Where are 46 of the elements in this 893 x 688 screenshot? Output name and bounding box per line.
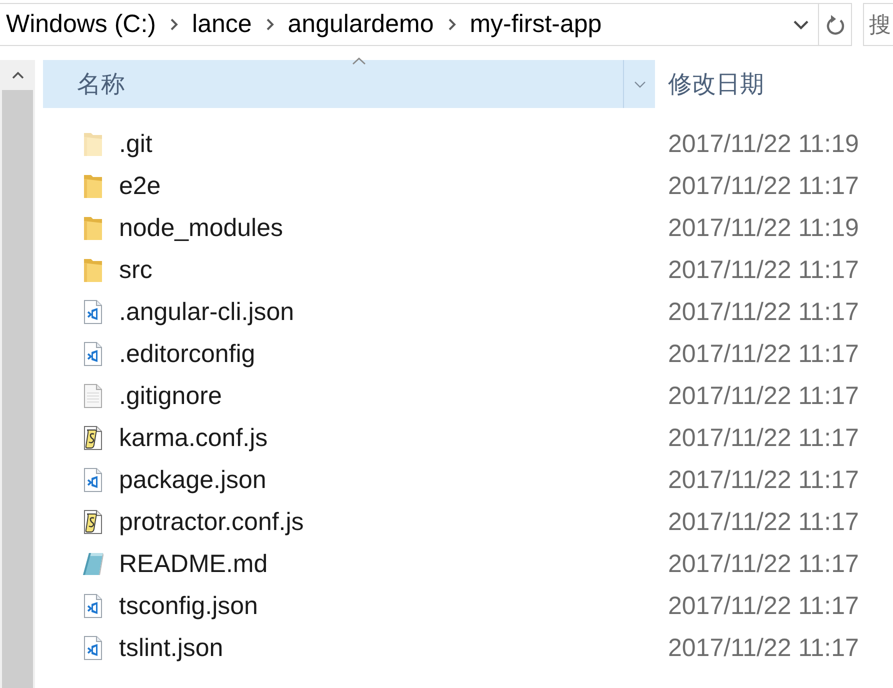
modified-date: 2017/11/22 11:17 — [667, 550, 859, 578]
modified-date: 2017/11/22 11:17 — [667, 508, 859, 536]
address-bar[interactable]: Windows (C:) lance angulardemo my-first-app — [0, 3, 819, 46]
chevron-right-icon[interactable] — [448, 18, 456, 31]
modified-date: 2017/11/22 11:17 — [667, 382, 859, 410]
modified-date: 2017/11/22 11:19 — [667, 130, 859, 158]
search-field[interactable]: 搜 — [863, 3, 893, 46]
modified-date: 2017/11/22 11:17 — [667, 340, 859, 368]
file-name[interactable]: node_modules — [119, 214, 284, 242]
modified-date: 2017/11/22 11:17 — [667, 172, 859, 200]
breadcrumb[interactable]: lance — [192, 10, 252, 39]
modified-date: 2017/11/22 11:17 — [667, 424, 859, 452]
refresh-icon — [825, 14, 845, 36]
file-name[interactable]: tsconfig.json — [119, 592, 258, 620]
refresh-button[interactable] — [819, 3, 852, 46]
breadcrumb[interactable]: my-first-app — [470, 10, 602, 39]
caret-up-icon — [12, 71, 24, 79]
file-name[interactable]: e2e — [119, 172, 161, 200]
chevron-down-icon[interactable] — [793, 20, 809, 30]
chevron-right-icon[interactable] — [266, 18, 274, 31]
modified-date: 2017/11/22 11:17 — [667, 634, 859, 662]
modified-date: 2017/11/22 11:17 — [667, 298, 859, 326]
modified-date: 2017/11/22 11:17 — [667, 256, 859, 284]
breadcrumb[interactable]: Windows (C:) — [6, 10, 156, 39]
file-name[interactable]: package.json — [119, 466, 266, 494]
column-title: 修改日期 — [667, 70, 764, 100]
file-name[interactable]: .gitignore — [119, 382, 222, 410]
column-title: 名称 — [76, 70, 126, 100]
file-name[interactable]: protractor.conf.js — [119, 508, 304, 536]
file-name[interactable]: .angular-cli.json — [119, 298, 294, 326]
chevron-right-icon[interactable] — [170, 18, 178, 31]
column-header[interactable]: 修改日期 — [655, 60, 764, 108]
file-name[interactable]: tslint.json — [119, 634, 224, 662]
modified-date: 2017/11/22 11:17 — [667, 592, 859, 620]
scrollbar-thumb[interactable] — [2, 90, 33, 688]
chevron-down-icon — [634, 80, 646, 88]
file-name[interactable]: src — [119, 256, 152, 284]
file-name[interactable]: .editorconfig — [119, 340, 256, 368]
sort-ascending-icon — [352, 57, 366, 65]
breadcrumb[interactable]: angulardemo — [288, 10, 434, 39]
modified-date: 2017/11/22 11:19 — [667, 214, 859, 242]
column-header[interactable]: 名称 — [43, 60, 655, 108]
file-name[interactable]: karma.conf.js — [119, 424, 268, 452]
file-name[interactable]: README.md — [119, 550, 268, 578]
modified-date: 2017/11/22 11:17 — [667, 466, 859, 494]
file-name[interactable]: .git — [119, 130, 152, 158]
